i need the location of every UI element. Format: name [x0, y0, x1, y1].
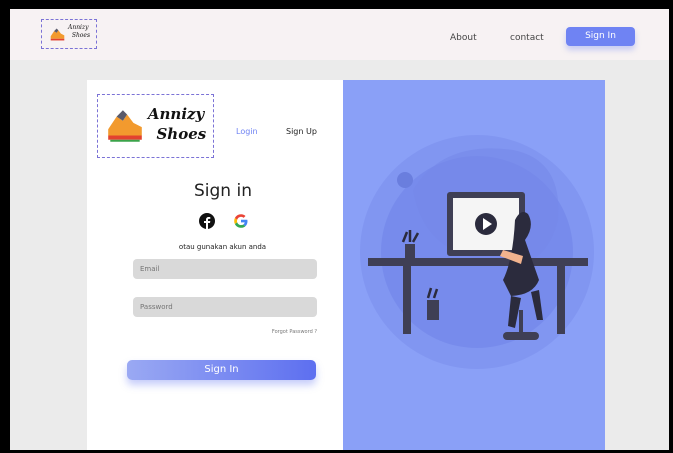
card-logo-text: Annizy Shoes	[147, 105, 207, 143]
page-title: Sign in	[194, 181, 252, 201]
signin-button[interactable]: Sign In	[127, 360, 316, 380]
forgot-password-link[interactable]: Forgot Password ?	[250, 329, 317, 335]
app-window: Annizy Shoes About contact Sign In Anniz…	[10, 9, 669, 450]
nav-signin-button[interactable]: Sign In	[566, 27, 635, 46]
shoe-logo-icon	[50, 28, 65, 41]
card-logo[interactable]: Annizy Shoes	[97, 94, 214, 158]
google-icon[interactable]	[233, 213, 249, 229]
navbar-logo[interactable]: Annizy Shoes	[41, 19, 97, 49]
navbar-logo-text: Annizy Shoes	[68, 24, 91, 39]
tab-signup[interactable]: Sign Up	[286, 127, 317, 136]
nav-about-link[interactable]: About	[450, 33, 477, 43]
password-field[interactable]	[133, 297, 317, 317]
woman-at-desk-illustration	[360, 135, 594, 369]
alt-login-text: otau gunakan akun anda	[178, 243, 267, 251]
nav-contact-link[interactable]: contact	[510, 33, 544, 43]
top-navbar: Annizy Shoes About contact Sign In	[10, 9, 669, 60]
shoe-logo-icon	[108, 110, 142, 142]
facebook-icon[interactable]	[199, 213, 215, 229]
tab-login[interactable]: Login	[236, 127, 258, 136]
email-field[interactable]	[133, 259, 317, 279]
